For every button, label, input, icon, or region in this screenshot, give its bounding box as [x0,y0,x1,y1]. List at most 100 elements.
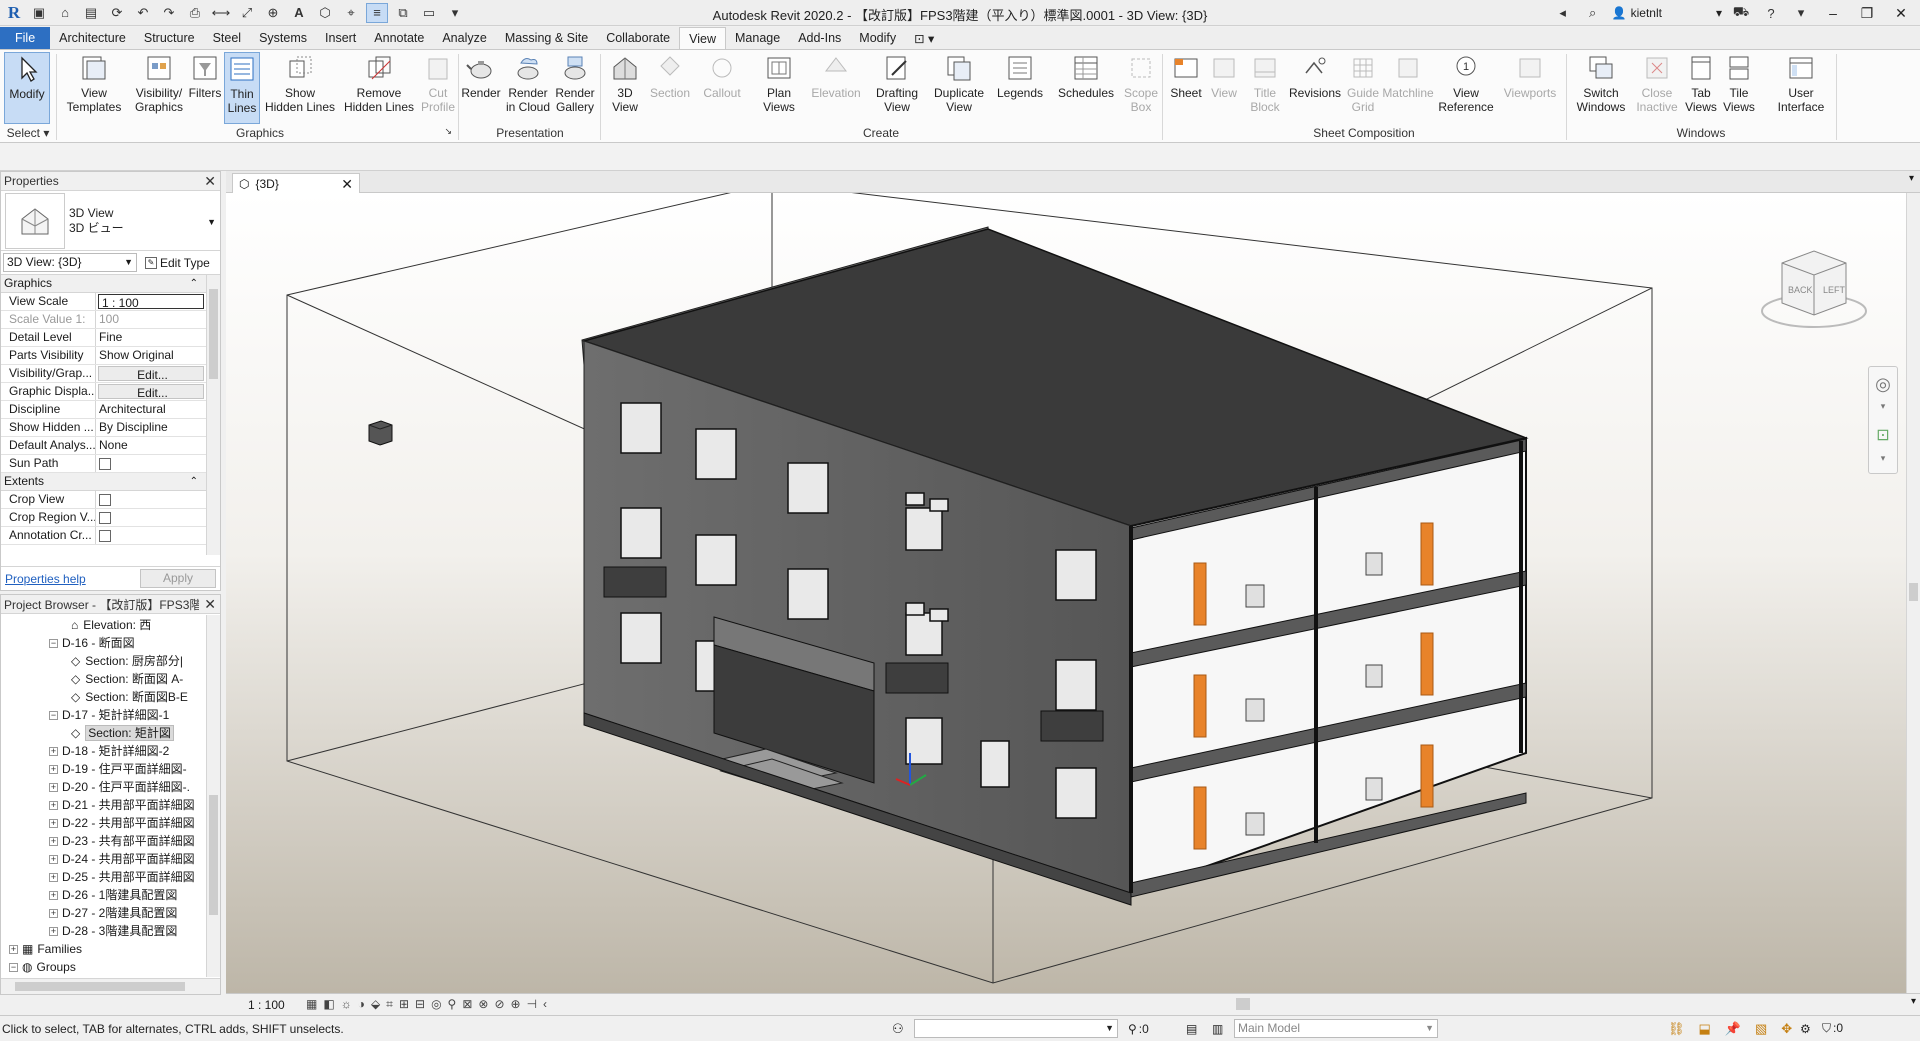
expand-toggle-icon[interactable]: + [49,765,58,775]
drawing-area[interactable]: BACK LEFT ◎ ▾ ⊡ ▾ [226,193,1906,993]
tab-systems[interactable]: Systems [250,27,316,49]
drag-elements-icon[interactable]: ✥ [1781,1021,1792,1037]
section-button[interactable]: Section [648,52,692,124]
print-icon[interactable]: ⎙ [184,3,206,23]
constraints-icon[interactable]: ⊣ [527,997,537,1012]
scroll-left-icon[interactable]: ‹ [543,997,547,1012]
scope-box-button[interactable]: Scope Box [1120,52,1162,124]
dimension-icon[interactable]: ⤢ [236,3,258,23]
worksets-icon[interactable]: ⚇ [892,1021,904,1037]
tab-add-ins[interactable]: Add-Ins [789,27,850,49]
temporary-hide-icon[interactable]: ◎ [431,997,441,1012]
reference-cube[interactable] [368,420,393,446]
tab-annotate[interactable]: Annotate [365,27,433,49]
extents-category[interactable]: Extents ⌃ [1,473,220,491]
chevron-down-icon[interactable]: ▾ [1869,453,1897,471]
legends-button[interactable]: Legends [992,52,1048,124]
browser-item[interactable]: + D-23 - 共有部平面詳細図 [1,832,220,850]
browser-item[interactable]: + D-25 - 共用部平面詳細図 [1,868,220,886]
title-block-button[interactable]: Title Block [1244,52,1286,124]
matchline-button[interactable]: Matchline [1380,52,1436,124]
property-row[interactable]: Scale Value 1: 100 [1,311,206,329]
browser-item[interactable]: + D-28 - 3階建具配置図 [1,922,220,940]
tab-view[interactable]: View [679,27,726,49]
redo-icon[interactable]: ↷ [158,3,180,23]
shadows-icon[interactable]: ◑ [358,997,365,1012]
canvas-scrollbar-vertical[interactable] [1906,193,1920,993]
sync-icon[interactable]: ⟳ [106,3,128,23]
open-icon[interactable]: ▣ [28,3,50,23]
browser-scrollbar-vertical[interactable] [206,615,220,977]
close-inactive-button[interactable]: Close Inactive [1634,52,1680,124]
lock-3d-view-icon[interactable]: ⊟ [415,997,425,1012]
tab-file[interactable]: File [0,27,51,49]
property-row[interactable]: Graphic Displa... Edit... [1,383,206,401]
guide-grid-button[interactable]: Guide Grid [1344,52,1382,124]
property-value[interactable]: By Discipline [96,419,206,436]
reveal-hidden-icon[interactable]: ⚲ [448,997,457,1012]
undo-icon[interactable]: ↶ [132,3,154,23]
property-row[interactable]: Sun Path [1,455,206,473]
detail-level-icon[interactable]: ▦ [306,997,317,1012]
design-options-icon[interactable]: ▤ [1186,1022,1197,1036]
view-scale[interactable]: 1 : 100 [248,998,296,1012]
graphics-category[interactable]: Graphics ⌃ [1,275,220,293]
schedules-button[interactable]: Schedules [1054,52,1118,124]
browser-item[interactable]: + D-24 - 共用部平面詳細図 [1,850,220,868]
binoculars-icon[interactable]: ⌕ [1582,3,1604,23]
browser-item[interactable]: ⌂ Elevation: 西 [1,616,220,634]
ribbon-minimize-toggle[interactable]: ⊡ ▾ [905,27,943,49]
help-dropdown-icon[interactable]: ▾ [1790,3,1812,23]
property-value[interactable]: Fine [96,329,206,346]
expand-toggle-icon[interactable]: + [49,837,58,847]
tab-analyze[interactable]: Analyze [433,27,495,49]
drafting-view-button[interactable]: Drafting View [870,52,924,124]
thin-lines-button[interactable]: Thin Lines [224,52,260,124]
render-dialog-icon[interactable]: ⬙ [371,997,380,1012]
properties-help-link[interactable]: Properties help [5,572,86,586]
select-by-face-icon[interactable]: ▧ [1755,1021,1767,1037]
arrow-left-icon[interactable]: ◂ [1552,3,1574,23]
render-button[interactable]: Render [460,52,502,124]
default-3d-icon[interactable]: ⬡ [314,3,336,23]
expand-toggle-icon[interactable]: + [49,783,58,793]
browser-item[interactable]: + D-22 - 共用部平面詳細図 [1,814,220,832]
sheet-button[interactable]: Sheet [1166,52,1206,124]
checkbox[interactable] [99,494,111,506]
collapse-toggle-icon[interactable]: − [49,639,58,649]
temporary-view-properties-icon[interactable]: ⊗ [478,997,488,1012]
select-group-label[interactable]: Select ▾ [0,126,56,142]
tab-modify[interactable]: Modify [850,27,905,49]
view-templates-button[interactable]: View Templates [64,52,124,124]
minimize-button[interactable]: – [1820,5,1846,21]
background-process-icon[interactable]: ⚙ [1800,1022,1811,1036]
filters-button[interactable]: Filters [188,52,222,124]
revisions-button[interactable]: Revisions [1286,52,1344,124]
worksharing-display-icon[interactable]: ⊠ [462,997,472,1012]
measure-icon[interactable]: ⟷ [210,3,232,23]
property-value[interactable]: Edit... [98,384,204,399]
render-gallery-button[interactable]: Render Gallery [552,52,598,124]
expand-toggle-icon[interactable]: + [49,909,58,919]
property-row[interactable]: Crop Region V... [1,509,206,527]
tab-collaborate[interactable]: Collaborate [597,27,679,49]
save-icon[interactable]: ▤ [80,3,102,23]
tab-views-button[interactable]: Tab Views [1682,52,1720,124]
select-links-icon[interactable]: ⛓ [1668,1021,1685,1037]
browser-item[interactable]: + D-27 - 2階建具配置図 [1,904,220,922]
property-row[interactable]: Detail Level Fine [1,329,206,347]
thin-lines-qat-icon[interactable]: ≡ [366,2,388,23]
tabs-overflow-icon[interactable]: ▾ [1909,173,1914,184]
close-icon[interactable]: ✕ [341,176,353,193]
tab-structure[interactable]: Structure [135,27,204,49]
crop-view-icon[interactable]: ⌗ [386,997,393,1012]
expand-toggle-icon[interactable]: + [49,801,58,811]
analytical-model-icon[interactable]: ⊘ [494,997,504,1012]
property-value[interactable]: 100 [96,311,206,328]
close-hidden-icon[interactable]: ⧉ [392,3,414,23]
property-value[interactable]: None [96,437,206,454]
select-underlay-icon[interactable]: ⬓ [1699,1021,1711,1037]
browser-item[interactable]: − ◍ Groups [1,958,220,976]
scroll-right-icon[interactable]: ▾ [1911,996,1916,1007]
section-icon[interactable]: ⌖ [340,3,362,23]
